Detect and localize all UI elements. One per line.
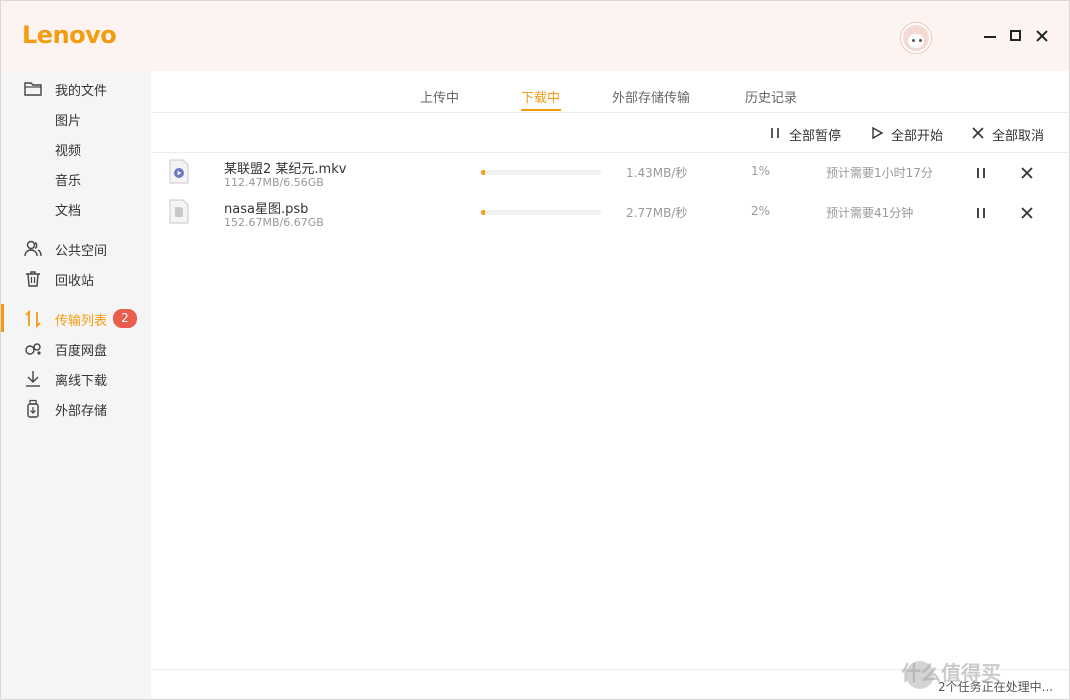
sidebar-item-label: 图片 [55,114,82,129]
cancel-all-label: 全部取消 [992,129,1045,144]
main-panel: 上传中 下载中 外部存储传输 历史记录 全部暂停 全部开始 全部取消 某联盟2 … [151,71,1069,699]
progress-percent: 2% [751,204,771,218]
transfer-count-badge: 2 [113,309,137,328]
tab-uploading[interactable]: 上传中 [420,87,459,106]
title-bar: Lenovo [1,1,1069,71]
sidebar-item-recycle-bin[interactable]: 回收站 [1,266,151,292]
tab-downloading[interactable]: 下载中 [521,87,560,106]
progress-bar [481,210,601,215]
sidebar-item-label: 我的文件 [55,84,108,99]
lenovo-logo: Lenovo [22,21,117,49]
close-icon [972,127,984,139]
time-remaining: 预计需要1小时17分 [826,166,933,180]
trash-icon [26,271,40,287]
tab-history[interactable]: 历史记录 [745,87,797,106]
file-size: 152.67MB/6.67GB [224,216,324,229]
sidebar-item-label: 离线下载 [55,374,108,389]
baidu-cloud-icon [25,343,41,355]
folder-icon [24,82,42,96]
sidebar-item-music[interactable]: 音乐 [1,166,151,192]
pause-icon [771,128,779,138]
tab-underline [521,109,561,111]
start-all-button[interactable]: 全部开始 [870,125,944,144]
toolbar: 全部暂停 全部开始 全部取消 [151,113,1069,153]
download-speed: 2.77MB/秒 [626,206,688,220]
sidebar-item-my-files[interactable]: 我的文件 [1,76,151,102]
watermark: 什么值得买 [901,661,1001,685]
progress-percent: 1% [751,164,771,178]
play-icon [872,126,884,140]
close-icon[interactable] [1033,26,1051,44]
sidebar-item-label: 公共空间 [55,244,108,259]
time-remaining: 预计需要41分钟 [826,206,914,220]
users-icon [24,240,42,257]
sidebar-item-external-storage[interactable]: 外部存储 [1,396,151,422]
sidebar-item-baidu-netdisk[interactable]: 百度网盘 [1,336,151,362]
transfer-icon [25,309,41,329]
sidebar-item-label: 回收站 [55,274,95,289]
sidebar-item-label: 百度网盘 [55,344,108,359]
pause-icon[interactable] [973,205,989,221]
sidebar-item-label: 视频 [55,144,82,159]
minimize-icon[interactable] [981,26,999,44]
file-name: 某联盟2 某纪元.mkv [224,162,347,177]
pause-icon[interactable] [973,165,989,181]
download-row[interactable]: nasa星图.psb 152.67MB/6.67GB 2.77MB/秒 2% 预… [151,193,1069,233]
cancel-icon[interactable] [1019,165,1035,181]
sidebar-item-label: 音乐 [55,174,82,189]
pause-all-label: 全部暂停 [789,129,842,144]
document-file-icon [169,199,189,224]
tab-external-storage-transfer[interactable]: 外部存储传输 [612,87,690,106]
download-icon [26,371,40,387]
maximize-icon[interactable] [1007,26,1025,44]
pause-all-button[interactable]: 全部暂停 [768,125,842,144]
sidebar-item-public-space[interactable]: 公共空间 [1,236,151,262]
download-speed: 1.43MB/秒 [626,166,688,180]
avatar[interactable] [901,23,931,53]
transfer-tabs: 上传中 下载中 外部存储传输 历史记录 [151,71,1069,113]
sidebar: 我的文件 图片 视频 音乐 文档 公共空间 回收站 传输列表 2 百度网盘 离线… [1,71,151,699]
sidebar-item-pictures[interactable]: 图片 [1,106,151,132]
start-all-label: 全部开始 [891,129,944,144]
cancel-icon[interactable] [1019,205,1035,221]
progress-bar [481,170,601,175]
video-file-icon [169,159,189,184]
sidebar-item-videos[interactable]: 视频 [1,136,151,162]
file-name: nasa星图.psb [224,202,309,217]
sidebar-item-documents[interactable]: 文档 [1,196,151,222]
sidebar-item-label: 外部存储 [55,404,108,419]
sidebar-item-label: 文档 [55,204,82,219]
file-size: 112.47MB/6.56GB [224,176,324,189]
app-window: Lenovo 我的文件 图片 视频 音乐 文档 公共空间 回收站 传输列表 2 … [0,0,1070,700]
active-indicator [1,304,4,332]
sidebar-item-offline-download[interactable]: 离线下载 [1,366,151,392]
usb-storage-icon [27,399,39,418]
sidebar-item-label: 传输列表 [55,314,108,329]
sidebar-item-transfer-list[interactable]: 传输列表 2 [1,304,151,332]
cancel-all-button[interactable]: 全部取消 [971,125,1046,144]
download-row[interactable]: 某联盟2 某纪元.mkv 112.47MB/6.56GB 1.43MB/秒 1%… [151,153,1069,193]
